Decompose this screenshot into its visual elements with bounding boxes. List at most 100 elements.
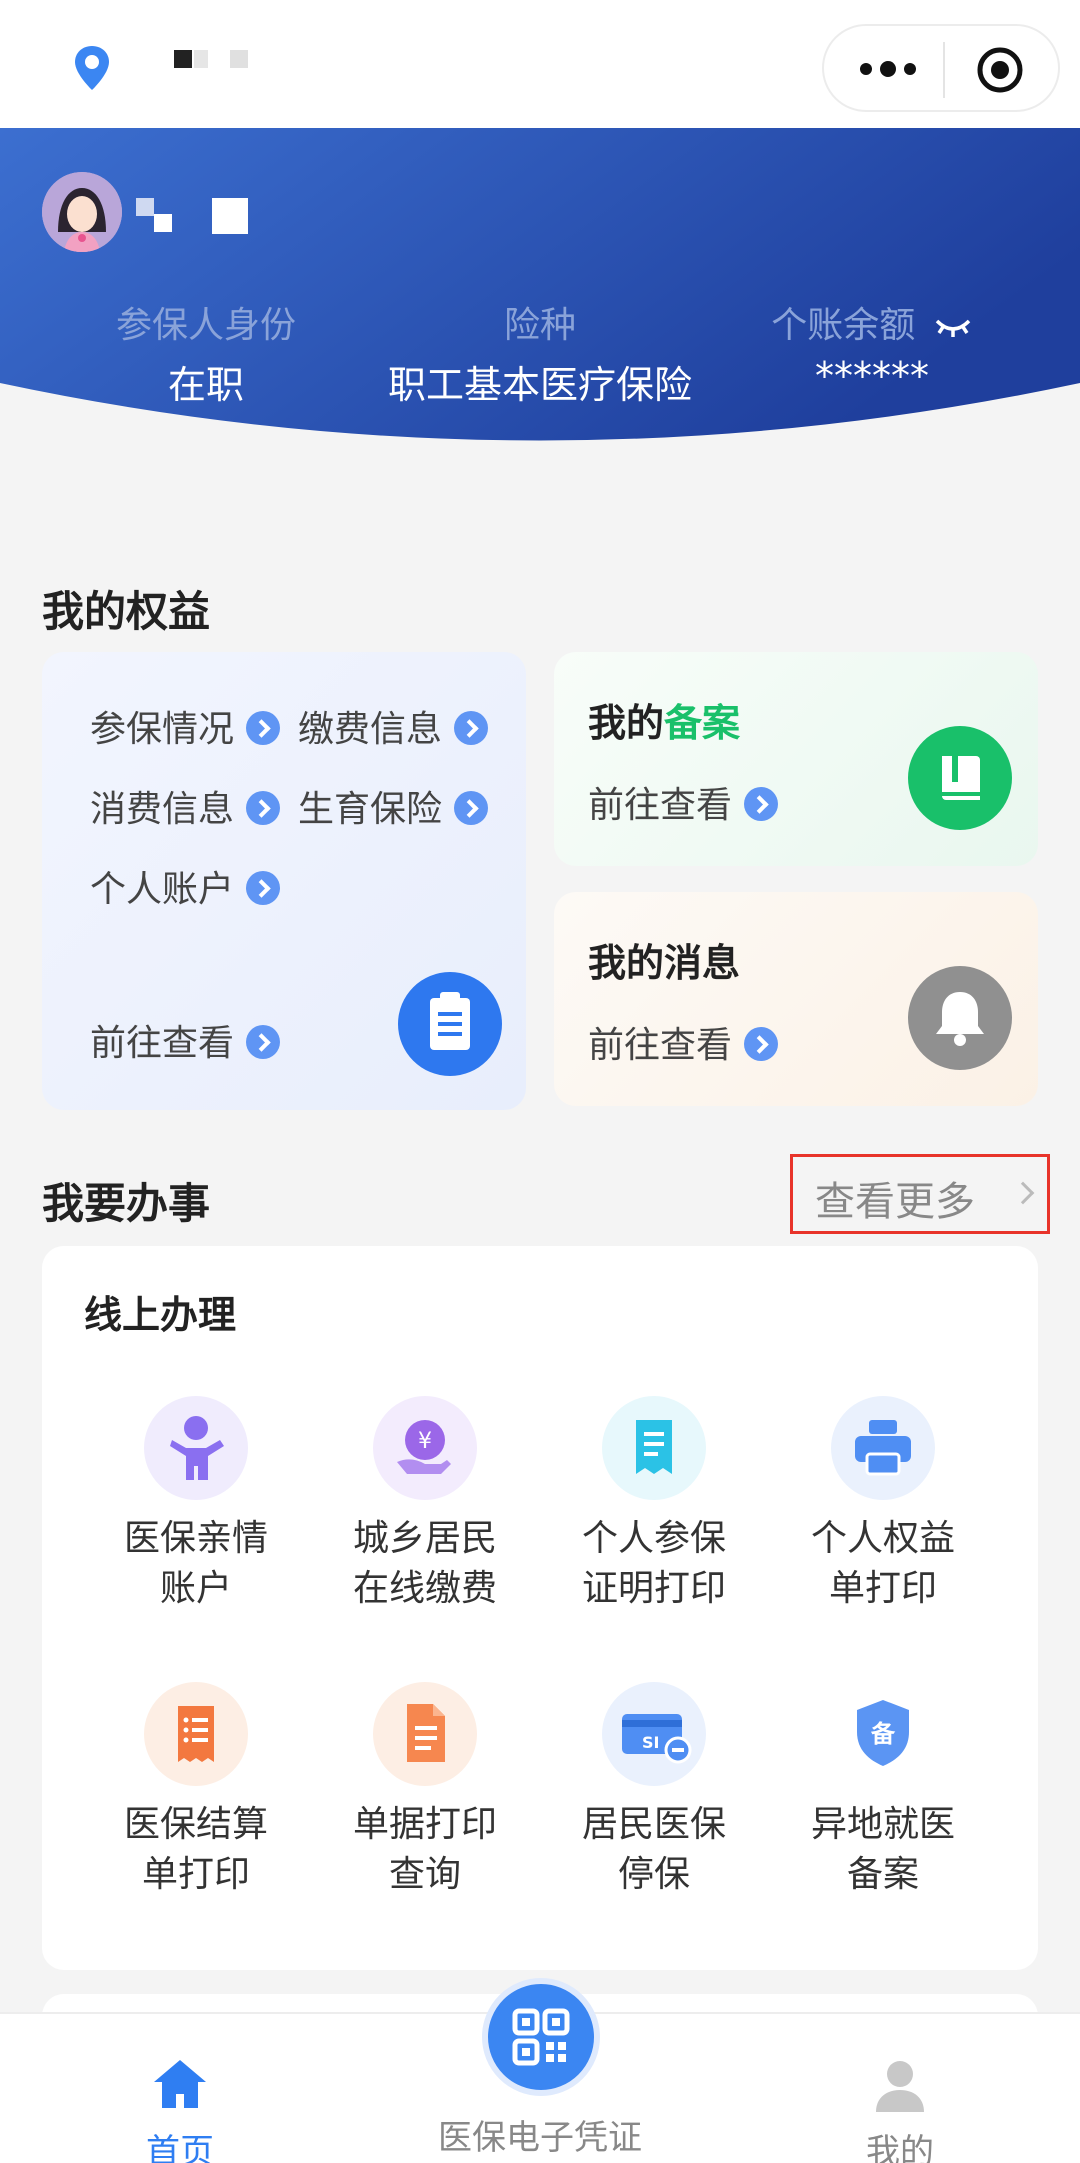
svg-text:¥: ¥ xyxy=(418,1429,432,1454)
goto-label: 前往查看 xyxy=(588,1025,733,1066)
tile-label-line2: 账户 xyxy=(159,1568,232,1609)
certificate-icon xyxy=(602,1396,706,1500)
record-title: 我的备案 xyxy=(588,692,740,747)
tile-label-line1: 城乡居民 xyxy=(352,1518,497,1559)
balance-label-row: 个账余额 xyxy=(692,296,1052,348)
arrow-right-icon xyxy=(246,1025,281,1059)
shield-icon: 备 xyxy=(831,1682,935,1786)
book-icon xyxy=(908,726,1012,830)
user-icon xyxy=(876,2061,924,2112)
tile-label-line1: 异地就医 xyxy=(810,1804,955,1845)
service-tile-remote-filing[interactable]: 备 异地就医 备案 xyxy=(768,1682,998,1900)
bell-icon xyxy=(908,966,1012,1070)
my-message-card[interactable]: 我的消息 前往查看 xyxy=(554,892,1038,1106)
balance-label: 个账余额 xyxy=(771,305,916,346)
goto-label: 前往查看 xyxy=(90,1023,235,1064)
insurance-value: 职工基本医疗保险 xyxy=(387,363,692,407)
service-tile-family-account[interactable]: 医保亲情 账户 xyxy=(81,1396,311,1614)
arrow-right-icon xyxy=(454,711,489,745)
home-icon xyxy=(154,2060,206,2108)
benefit-item-label: 缴费信息 xyxy=(298,709,443,750)
benefit-item[interactable]: 消费信息 xyxy=(90,780,281,832)
document-icon xyxy=(373,1682,477,1786)
arrow-right-icon xyxy=(246,711,281,745)
benefit-item[interactable]: 缴费信息 xyxy=(298,700,489,752)
benefit-item-label: 生育保险 xyxy=(298,789,443,830)
tile-label-line2: 单打印 xyxy=(828,1568,937,1609)
svg-text:SI: SI xyxy=(642,1733,659,1752)
benefits-card[interactable]: 参保情况 缴费信息 消费信息 生育保险 个人账户 前往查看 xyxy=(42,652,526,1110)
service-tile-settlement-print[interactable]: 医保结算 单打印 xyxy=(81,1682,311,1900)
tasks-title: 我要办事 xyxy=(42,1179,211,1228)
miniprogram-capsule xyxy=(822,24,1060,112)
identity-value: 在职 xyxy=(167,363,244,407)
service-tile-insurance-certificate[interactable]: 个人参保 证明打印 xyxy=(539,1396,769,1614)
chevron-right-icon xyxy=(1011,1181,1035,1205)
benefits-goto-link[interactable]: 前往查看 xyxy=(90,1014,281,1066)
arrow-right-icon xyxy=(744,787,779,821)
my-record-card[interactable]: 我的备案 前往查看 xyxy=(554,652,1038,866)
tab-home-label: 首页 xyxy=(146,2132,214,2163)
insurance-label: 险种 xyxy=(503,305,576,346)
identity-label: 参保人身份 xyxy=(115,305,296,346)
arrow-right-icon xyxy=(246,871,281,905)
insurance-column: 险种 职工基本医疗保险 xyxy=(360,128,720,448)
online-services-title: 线上办理 xyxy=(84,1293,237,1337)
location-pin-icon[interactable] xyxy=(72,44,112,92)
eye-closed-icon[interactable] xyxy=(933,315,973,339)
tile-label-line1: 医保结算 xyxy=(123,1804,268,1845)
arrow-right-icon xyxy=(744,1027,779,1061)
view-more-label: 查看更多 xyxy=(815,1179,975,1225)
tile-label-line1: 居民医保 xyxy=(581,1804,726,1845)
identity-column: 参保人身份 在职 xyxy=(26,128,386,448)
capsule-divider xyxy=(943,42,945,98)
service-tile-resident-payment[interactable]: ¥ 城乡居民在线缴费 xyxy=(310,1396,540,1614)
message-title: 我的消息 xyxy=(588,941,741,985)
tab-home[interactable]: 首页 xyxy=(60,2056,300,2163)
qr-code-icon xyxy=(512,2008,570,2066)
balance-column: 个账余额 ****** xyxy=(692,128,1052,448)
printer-icon xyxy=(831,1396,935,1500)
message-goto-link[interactable]: 前往查看 xyxy=(588,1016,779,1068)
benefits-title: 我的权益 xyxy=(42,587,211,636)
target-circle-icon[interactable] xyxy=(976,46,1024,94)
arrow-right-icon xyxy=(246,791,281,825)
tile-label-line1: 医保亲情 xyxy=(123,1518,268,1559)
record-title-a: 我的 xyxy=(588,701,665,745)
tile-label-line2: 单打印 xyxy=(141,1854,250,1895)
record-title-b: 备案 xyxy=(664,701,741,745)
record-goto-link[interactable]: 前往查看 xyxy=(588,776,779,828)
online-services-card: 线上办理 医保亲情 账户 ¥ 城乡居民 在线缴费 个人参保 证明打印 个人权益 … xyxy=(42,1246,1038,1970)
benefit-item[interactable]: 生育保险 xyxy=(298,780,489,832)
tile-label-line2: 查询 xyxy=(388,1854,461,1895)
goto-label: 前往查看 xyxy=(588,785,733,826)
benefit-item[interactable]: 参保情况 xyxy=(90,700,281,752)
tab-mine-label: 我的 xyxy=(866,2132,934,2163)
benefit-item-label: 参保情况 xyxy=(90,709,235,750)
family-person-icon xyxy=(144,1396,248,1500)
svg-text:备: 备 xyxy=(870,1720,896,1748)
tab-voucher-button[interactable] xyxy=(482,1978,600,2096)
tile-label-line1: 个人权益 xyxy=(810,1518,955,1559)
benefit-item-label: 消费信息 xyxy=(90,789,235,830)
tab-mine[interactable]: 我的 xyxy=(780,2056,1020,2163)
yuan-hand-icon: ¥ xyxy=(373,1396,477,1500)
tile-label-line2: 证明打印 xyxy=(581,1568,726,1609)
service-tile-receipt-query[interactable]: 单据打印 查询 xyxy=(310,1682,540,1900)
service-tile-rights-print[interactable]: 个人权益 单打印 xyxy=(768,1396,998,1614)
balance-value: ****** xyxy=(815,354,929,398)
tile-label-line2: 备案 xyxy=(846,1854,919,1895)
tile-label-line2: 停保 xyxy=(617,1854,690,1895)
clipboard-icon xyxy=(398,972,502,1076)
more-dots-icon[interactable] xyxy=(858,54,918,84)
tile-label-line1: 单据打印 xyxy=(352,1804,497,1845)
top-bar xyxy=(0,0,1080,128)
benefit-item[interactable]: 个人账户 xyxy=(90,860,281,912)
service-tile-resident-stop[interactable]: SI 居民医保停保 xyxy=(539,1682,769,1900)
tile-label-line1: 个人参保 xyxy=(581,1518,726,1559)
tab-voucher-label[interactable]: 医保电子凭证 xyxy=(400,2110,680,2159)
arrow-right-icon xyxy=(454,791,489,825)
tile-label-line2: 在线缴费 xyxy=(352,1568,497,1609)
insurance-card-stop-icon: SI xyxy=(602,1682,706,1786)
view-more-link[interactable]: 查看更多 xyxy=(790,1154,1050,1234)
